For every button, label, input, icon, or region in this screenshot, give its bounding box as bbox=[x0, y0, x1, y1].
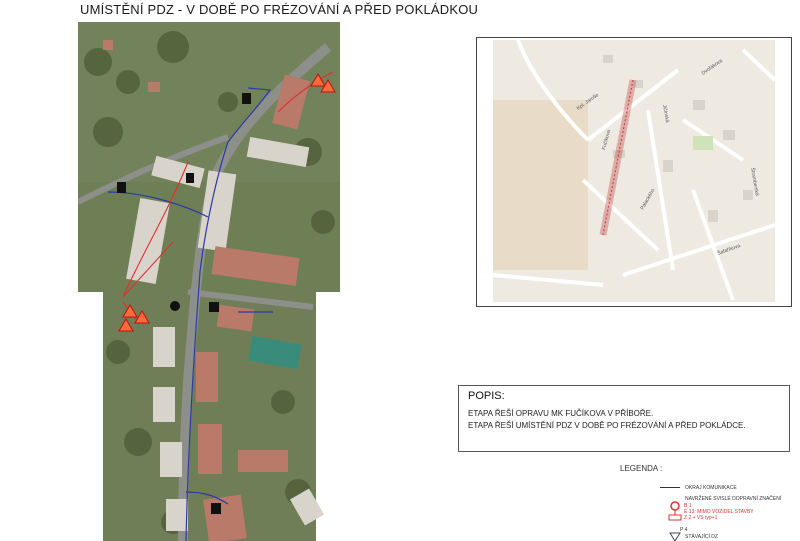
description-box: POPIS: ETAPA ŘEŠÍ OPRAVU MK FUČÍKOVA V P… bbox=[458, 385, 790, 452]
road-edge-legend-line bbox=[660, 487, 680, 488]
description-heading: POPIS: bbox=[468, 390, 505, 402]
legend-item-road-edge: OKRAJ KOMUNIKACE bbox=[685, 485, 737, 491]
legend-sign-subtext: Z 2 + VS typ+1 bbox=[684, 515, 718, 521]
description-line-1: ETAPA ŘEŠÍ OPRAVU MK FUČÍKOVA V PŘÍBOŘE. bbox=[468, 409, 654, 418]
legend-existing-code: P 4 bbox=[680, 527, 688, 533]
description-line-2: ETAPA ŘEŠÍ UMÍSTĚNÍ PDZ V DOBĚ PO FRÉZOV… bbox=[468, 421, 746, 430]
legend-existing-signs: STÁVAJÍCÍ DZ bbox=[685, 534, 718, 540]
overview-map: Fučíkova Štramberská Palackého Jičínská … bbox=[476, 37, 792, 307]
page-title: UMÍSTĚNÍ PDZ - V DOBĚ PO FRÉZOVÁNÍ A PŘE… bbox=[80, 2, 479, 17]
sign-symbol-icon bbox=[668, 501, 682, 541]
legend-title: LEGENDA : bbox=[620, 464, 663, 473]
legend-item-proposed-signs: NAVRŽENÉ SVISLÉ DOPRAVNÍ ZNAČENÍ bbox=[685, 496, 782, 502]
aerial-map bbox=[78, 22, 340, 541]
